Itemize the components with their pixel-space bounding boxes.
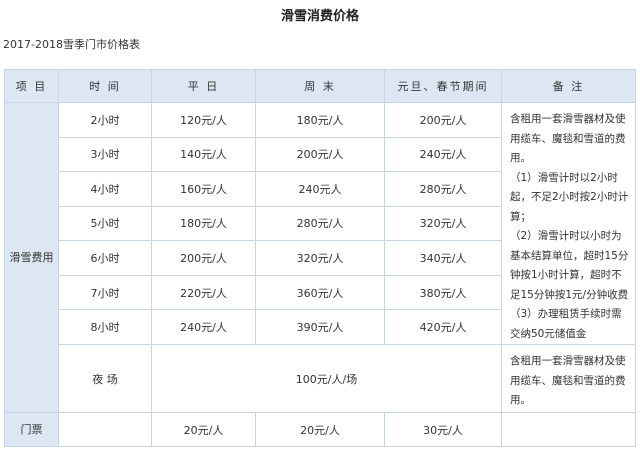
header-weekend: 周 末: [255, 69, 385, 103]
note-line: 起，不足2小时按2小时计: [510, 191, 629, 203]
cell-weekend: 180元/人: [255, 102, 385, 138]
cell-ticket-weekday: 20元/人: [151, 412, 256, 447]
cell-weekend: 390元/人: [255, 309, 385, 345]
table-subtitle: 2017-2018雪季门市价格表: [3, 38, 140, 51]
note-line: 足15分钟按1元/分钟收费: [510, 288, 629, 301]
header-item: 项 目: [4, 69, 59, 103]
cell-ticket-time: [58, 412, 152, 447]
cell-holiday: 200元/人: [384, 102, 502, 138]
header-notes: 备 注: [501, 69, 636, 103]
cell-time: 5小时: [58, 205, 152, 242]
table-row-night: 夜 场 100元/人/场 含租用一套滑雪器材及使 用缆车、魔毯和雪道的费 用。: [5, 344, 636, 413]
cell-holiday: 240元/人: [384, 136, 502, 173]
cell-weekday: 160元/人: [151, 171, 256, 207]
category-ski-fee: 滑雪费用: [4, 102, 59, 413]
header-weekday: 平 日: [151, 69, 256, 103]
note-line: 用缆车、魔毯和雪道的费: [510, 132, 626, 145]
note-line: 用。: [510, 394, 531, 406]
note-line: （1）滑雪计时以2小时: [510, 171, 618, 184]
note-line: 用缆车、魔毯和雪道的费: [510, 374, 626, 387]
note-line: 交纳50元储值金: [510, 327, 587, 340]
note-line: 含租用一套滑雪器材及使: [510, 113, 626, 125]
price-table: 项 目 时 间 平 日 周 末 元旦、春节期间 备 注 滑雪费用 2小时 120…: [4, 69, 636, 447]
category-ticket: 门票: [4, 412, 59, 447]
cell-time: 2小时: [58, 102, 152, 138]
cell-holiday: 340元/人: [384, 240, 502, 276]
note-ski: 含租用一套滑雪器材及使 用缆车、魔毯和雪道的费 用。 （1）滑雪计时以2小时 起…: [501, 102, 636, 345]
cell-weekend: 240元人: [255, 171, 385, 207]
cell-time: 6小时: [58, 240, 152, 276]
header-holiday: 元旦、春节期间: [384, 69, 502, 103]
cell-night-price: 100元/人/场: [151, 344, 502, 413]
cell-holiday: 320元/人: [384, 205, 502, 242]
cell-time: 8小时: [58, 309, 152, 345]
page-title: 滑雪消费价格: [280, 9, 359, 24]
cell-weekend: 280元/人: [255, 205, 385, 242]
cell-time: 7小时: [58, 274, 152, 311]
cell-ticket-holiday: 30元/人: [384, 412, 502, 447]
cell-holiday: 280元/人: [384, 171, 502, 207]
cell-weekday: 240元/人: [151, 309, 256, 345]
cell-night-time: 夜 场: [58, 344, 152, 413]
cell-weekday: 200元/人: [151, 240, 256, 276]
cell-ticket-note: [501, 412, 636, 447]
cell-holiday: 420元/人: [384, 309, 502, 345]
note-line: 算；: [510, 210, 531, 223]
cell-weekend: 360元/人: [255, 274, 385, 311]
cell-time: 3小时: [58, 136, 152, 173]
cell-weekend: 320元/人: [255, 240, 385, 276]
note-line: 含租用一套滑雪器材及使: [510, 355, 626, 367]
header-row: 项 目 时 间 平 日 周 末 元旦、春节期间 备 注: [4, 69, 636, 103]
cell-weekend: 200元/人: [255, 136, 385, 173]
note-line: 基本结算单位，超时15分: [510, 249, 629, 262]
note-line: （2）滑雪计时以小时为: [510, 230, 622, 242]
table-row-ticket: 门票 20元/人 20元/人 30元/人: [4, 412, 636, 447]
cell-weekday: 140元/人: [151, 136, 256, 173]
note-line: （3）办理租赁手续时需: [510, 308, 622, 320]
cell-weekday: 120元/人: [151, 102, 256, 138]
cell-time: 4小时: [58, 171, 152, 207]
cell-holiday: 380元/人: [384, 274, 502, 311]
cell-weekday: 220元/人: [151, 274, 256, 311]
cell-ticket-weekend: 20元/人: [255, 412, 385, 447]
cell-weekday: 180元/人: [151, 205, 256, 242]
note-night: 含租用一套滑雪器材及使 用缆车、魔毯和雪道的费 用。: [501, 344, 636, 413]
note-line: 钟按1小时计算，超时不: [510, 269, 622, 281]
note-line: 用。: [510, 152, 531, 164]
table-row: 滑雪费用 2小时 120元/人 180元/人 200元/人 含租用一套滑雪器材及…: [4, 102, 636, 413]
header-time: 时 间: [58, 69, 152, 103]
